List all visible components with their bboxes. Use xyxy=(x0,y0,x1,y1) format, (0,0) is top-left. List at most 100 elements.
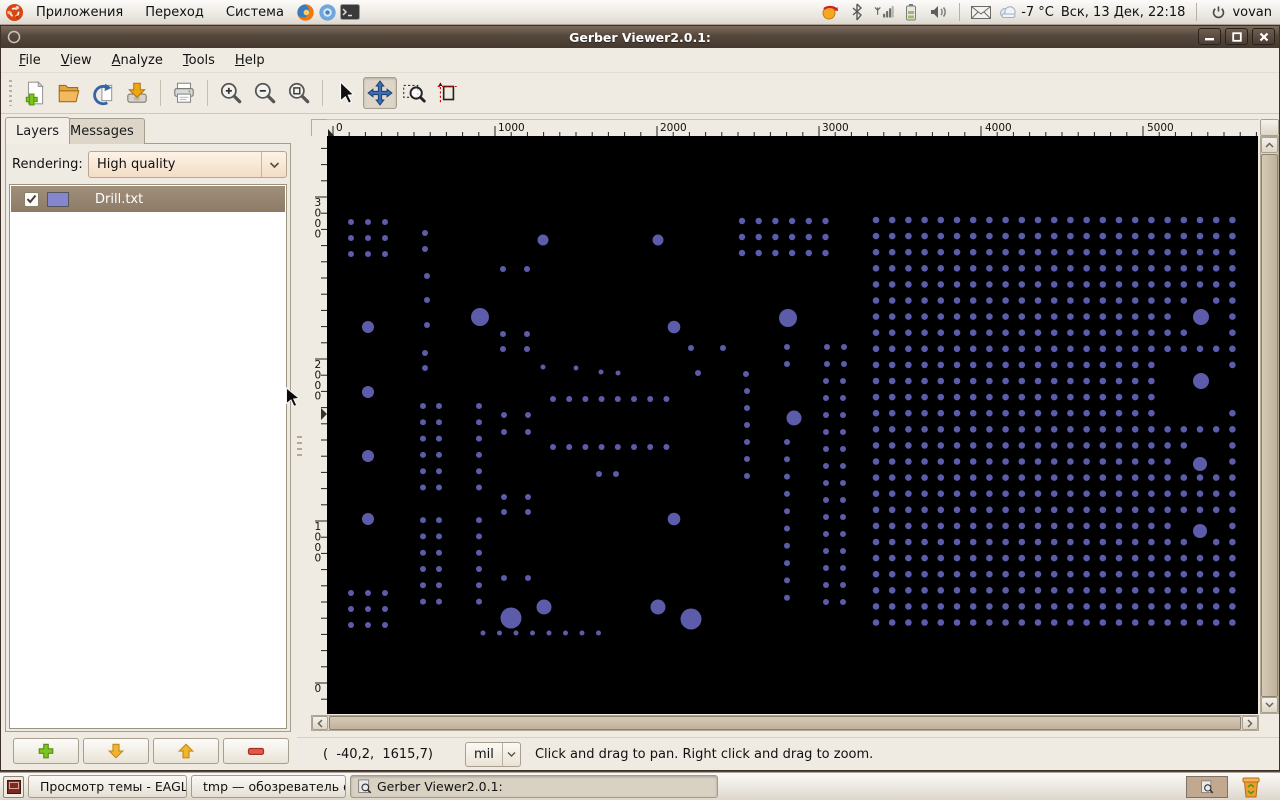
drill-dot xyxy=(582,396,589,402)
drill-dot xyxy=(500,266,506,272)
drill-dot xyxy=(579,630,585,636)
pointer-tool-button[interactable] xyxy=(329,77,363,109)
save-button[interactable] xyxy=(120,77,154,109)
drill-dot xyxy=(1002,216,1009,224)
drill-dot xyxy=(744,405,750,411)
horizontal-scrollbar-thumb[interactable] xyxy=(329,716,1241,730)
drill-dot xyxy=(501,509,507,515)
drill-dot xyxy=(1050,619,1058,626)
drill-dot xyxy=(1018,490,1026,498)
drill-dot xyxy=(1018,265,1026,272)
drill-dot xyxy=(1115,538,1123,546)
drill-dot xyxy=(1050,522,1058,530)
new-file-button[interactable] xyxy=(18,77,52,109)
layer-row-drill[interactable]: Drill.txt xyxy=(11,186,285,212)
add-layer-button[interactable] xyxy=(13,738,79,764)
user-switcher[interactable]: vovan xyxy=(1208,2,1272,22)
drill-dot xyxy=(953,426,961,433)
ubuntu-logo-icon[interactable] xyxy=(4,2,24,22)
drill-dot xyxy=(1002,474,1009,481)
zoom-region-tool-button[interactable] xyxy=(397,77,431,109)
print-button[interactable] xyxy=(167,77,201,109)
remove-layer-button[interactable] xyxy=(223,738,289,764)
drill-dot xyxy=(1131,587,1139,594)
drill-dot xyxy=(1018,409,1026,417)
drill-dot xyxy=(921,216,928,224)
revert-button[interactable] xyxy=(86,77,120,109)
drill-dot xyxy=(1083,426,1090,433)
drill-dot xyxy=(986,265,993,272)
clock[interactable]: Вск, 13 Дек, 22:18 xyxy=(1061,5,1186,20)
drill-dot xyxy=(921,490,928,498)
menu-file[interactable]: File xyxy=(9,50,51,71)
system-menu[interactable]: Система xyxy=(216,2,294,23)
taskbar-window-gerber-viewer[interactable]: Gerber Viewer2.0.1: xyxy=(350,775,718,798)
weather-icon[interactable] xyxy=(998,2,1018,22)
gerber-canvas[interactable] xyxy=(327,136,1258,714)
vertical-scrollbar-thumb[interactable] xyxy=(1261,154,1278,697)
drill-dot xyxy=(1180,506,1188,514)
toolbar-handle[interactable] xyxy=(9,80,12,106)
drill-dot xyxy=(1180,474,1188,481)
zoom-in-button[interactable] xyxy=(214,77,248,109)
scroll-down-button[interactable] xyxy=(1261,697,1278,713)
drill-dot xyxy=(1148,490,1155,498)
titlebar[interactable]: Gerber Viewer2.0.1: xyxy=(1,26,1279,48)
ruler-label: 2000 xyxy=(660,122,687,134)
layer-visibility-checkbox[interactable] xyxy=(24,191,39,207)
browser-launcher-icon[interactable] xyxy=(318,2,338,22)
pan-tool-button[interactable] xyxy=(363,77,397,109)
menu-help[interactable]: Help xyxy=(225,50,275,71)
drill-dot xyxy=(1050,474,1058,481)
panel-splitter[interactable] xyxy=(297,436,302,476)
tab-layers[interactable]: Layers xyxy=(5,117,71,144)
ruler-label: 0 xyxy=(315,229,322,241)
crop-tool-button[interactable] xyxy=(431,77,465,109)
show-desktop-button[interactable] xyxy=(3,776,24,798)
network-signal-icon[interactable] xyxy=(874,2,894,22)
drill-dot xyxy=(1002,409,1009,417)
menu-view[interactable]: View xyxy=(51,50,102,71)
drill-dot xyxy=(1034,490,1042,498)
update-notifier-icon[interactable] xyxy=(820,2,840,22)
battery-icon[interactable] xyxy=(901,2,921,22)
drill-dot xyxy=(513,630,519,636)
firefox-launcher-icon[interactable] xyxy=(296,2,316,22)
drill-dot xyxy=(1099,409,1107,417)
scroll-up-button[interactable] xyxy=(1261,137,1278,153)
weather-temperature[interactable]: -7 °C xyxy=(1021,5,1054,20)
drill-dot xyxy=(420,517,426,524)
places-menu[interactable]: Переход xyxy=(135,2,214,23)
applications-menu[interactable]: Приложения xyxy=(26,2,133,23)
taskbar-window-firefox[interactable]: Просмотр темы - EAGLE •... xyxy=(28,775,187,798)
drill-dot xyxy=(476,468,482,475)
workspace-switcher[interactable] xyxy=(1186,776,1228,798)
maximize-button[interactable] xyxy=(1225,28,1248,45)
unit-select[interactable]: mil xyxy=(464,741,521,767)
minimize-button[interactable] xyxy=(1198,28,1221,45)
rendering-quality-select[interactable]: High quality xyxy=(88,151,287,178)
scroll-right-button[interactable] xyxy=(1242,716,1258,730)
move-layer-down-button[interactable] xyxy=(83,738,149,764)
layer-color-swatch[interactable] xyxy=(47,191,69,207)
close-button[interactable] xyxy=(1252,28,1275,45)
tab-messages[interactable]: Messages xyxy=(59,118,145,144)
trash-applet[interactable] xyxy=(1236,775,1266,799)
mail-icon[interactable] xyxy=(971,2,992,22)
menu-tools[interactable]: Tools xyxy=(173,50,225,71)
scroll-left-button[interactable] xyxy=(312,716,328,730)
zoom-fit-button[interactable] xyxy=(282,77,316,109)
terminal-launcher-icon[interactable] xyxy=(339,2,360,22)
bluetooth-icon[interactable] xyxy=(847,2,867,22)
taskbar-window-file-manager[interactable]: tmp — обозреватель фай... xyxy=(191,775,346,798)
zoom-out-button[interactable] xyxy=(248,77,282,109)
drill-dot xyxy=(1018,329,1026,336)
plus-icon xyxy=(38,743,54,759)
drill-dot xyxy=(1099,361,1107,369)
volume-icon[interactable] xyxy=(928,2,948,22)
drill-dot xyxy=(540,364,546,370)
drill-dot xyxy=(382,590,388,596)
menu-analyze[interactable]: Analyze xyxy=(102,50,173,71)
move-layer-up-button[interactable] xyxy=(153,738,219,764)
open-file-button[interactable] xyxy=(52,77,86,109)
